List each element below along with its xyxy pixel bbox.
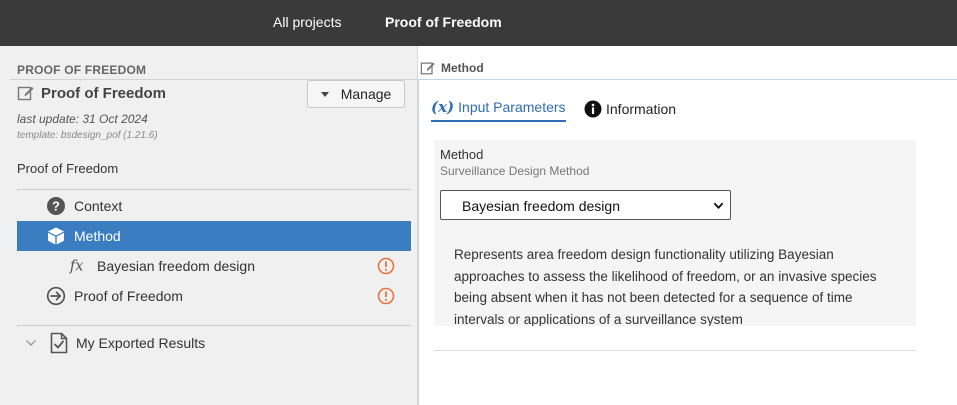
manage-button[interactable]: Manage <box>307 80 405 108</box>
question-circle-icon: ? <box>46 196 66 216</box>
nav-current-project[interactable]: Proof of Freedom <box>385 14 502 30</box>
function-icon: fx <box>69 256 89 276</box>
tree-item-bayesian-freedom-design[interactable]: fx Bayesian freedom design <box>17 251 411 281</box>
top-navigation-bar: All projects Proof of Freedom <box>0 0 957 46</box>
variable-icon: (x) <box>431 98 455 116</box>
cube-icon <box>46 226 66 246</box>
tree-item-label: Method <box>74 228 121 244</box>
method-field-title: Method <box>440 147 484 162</box>
tree-top-divider <box>17 189 411 190</box>
warning-circle-icon <box>377 257 395 275</box>
method-description: Represents area freedom design functiona… <box>454 247 877 327</box>
tree-item-context[interactable]: ? Context <box>17 191 411 221</box>
method-select[interactable]: Bayesian freedom design <box>440 190 731 220</box>
tab-input-parameters[interactable]: (x) Input Parameters <box>431 96 566 122</box>
card-divider <box>434 350 916 351</box>
card-bottom-spacer <box>434 326 916 350</box>
tree-bottom-divider <box>17 325 411 326</box>
edit-icon[interactable] <box>420 60 436 76</box>
caret-down-icon <box>320 91 329 97</box>
project-sidebar: PROOF OF FREEDOM Proof of Freedom Manage… <box>0 46 418 405</box>
method-card: Method Surveillance Design Method Bayesi… <box>434 140 916 327</box>
method-panel: (x) Input Parameters Information Method … <box>418 79 957 405</box>
project-title: Proof of Freedom <box>41 84 167 102</box>
warning-circle-icon <box>377 287 395 305</box>
tree-item-label: Proof of Freedom <box>74 288 183 304</box>
chevron-down-icon[interactable] <box>25 337 37 349</box>
method-field-subtitle: Surveillance Design Method <box>440 164 590 178</box>
method-header: Method <box>441 61 484 75</box>
manage-button-label: Manage <box>340 86 392 102</box>
tree-item-method[interactable]: Method <box>17 221 411 251</box>
template-text: template: bsdesign_pof (1.21.6) <box>17 130 158 141</box>
tree-item-label: Bayesian freedom design <box>97 258 255 274</box>
method-select-value: Bayesian freedom design <box>462 198 620 214</box>
method-header-row: Method <box>420 60 484 76</box>
project-title-row: Proof of Freedom <box>17 84 166 102</box>
tree-item-proof-of-freedom[interactable]: Proof of Freedom <box>17 281 411 311</box>
tab-information-label: Information <box>606 101 677 117</box>
svg-text:fx: fx <box>69 259 83 275</box>
info-circle-icon <box>584 100 602 118</box>
edit-icon[interactable] <box>17 84 35 102</box>
nav-all-projects[interactable]: All projects <box>273 14 341 30</box>
arrow-circle-right-icon <box>46 286 66 306</box>
sidebar-header: PROOF OF FREEDOM <box>17 63 147 77</box>
tab-information[interactable]: Information <box>584 96 676 122</box>
exported-results-label: My Exported Results <box>76 335 206 351</box>
svg-text:?: ? <box>52 199 60 214</box>
tree-item-my-exported-results[interactable]: My Exported Results <box>17 328 411 358</box>
project-description: Proof of Freedom <box>17 161 119 176</box>
tree-item-label: Context <box>74 198 123 214</box>
tab-input-parameters-label: Input Parameters <box>458 99 566 115</box>
last-update-text: last update: 31 Oct 2024 <box>17 112 148 126</box>
document-check-icon <box>50 332 68 354</box>
chevron-down-icon <box>713 202 724 209</box>
